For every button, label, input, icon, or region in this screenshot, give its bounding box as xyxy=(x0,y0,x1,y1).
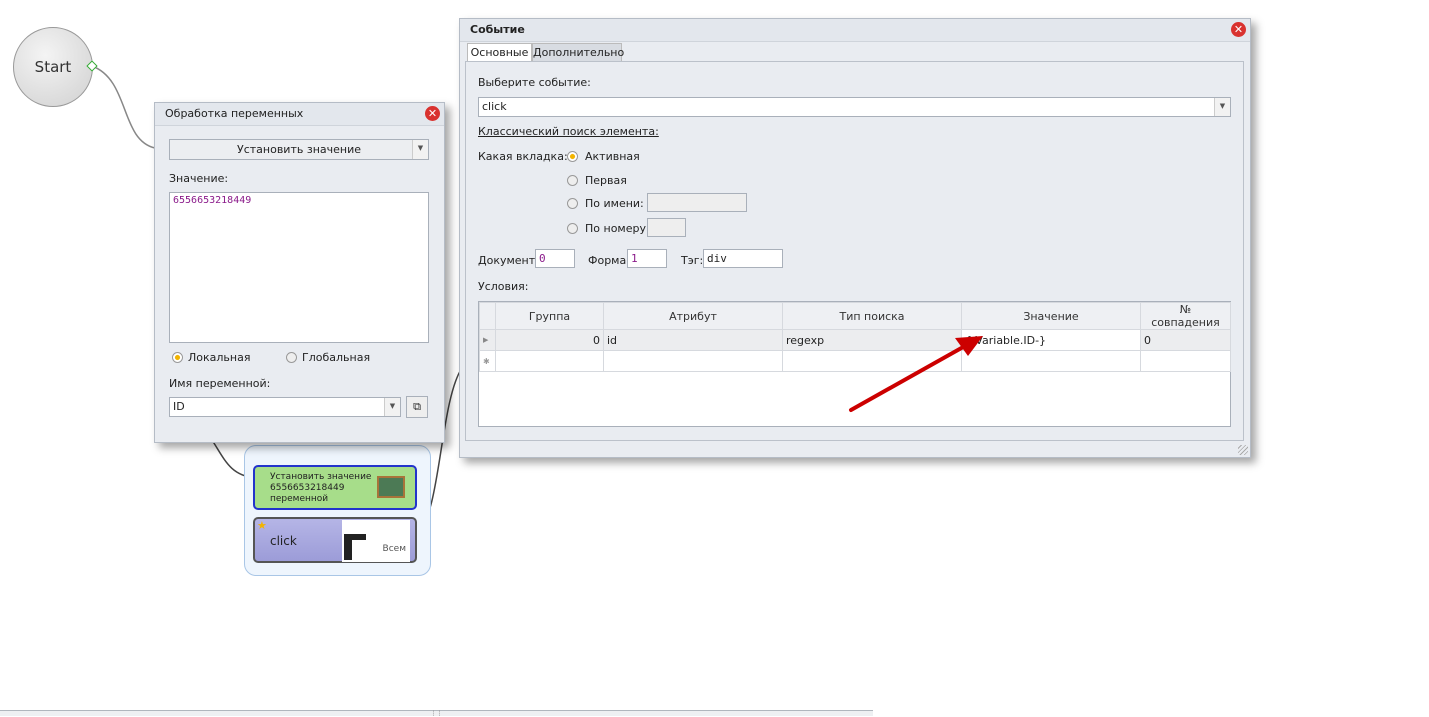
row-indicator-icon: ▶ xyxy=(479,329,496,351)
chalkboard-icon xyxy=(377,476,405,498)
radio-by-number[interactable] xyxy=(567,223,578,234)
radio-first-label: Первая xyxy=(585,174,627,187)
varname-value: ID xyxy=(173,400,185,413)
window-title: Обработка переменных xyxy=(155,103,444,126)
event-select[interactable]: click ▼ xyxy=(478,97,1231,117)
thumb-text: Всем xyxy=(382,544,406,554)
cell[interactable]: regexp xyxy=(782,329,962,351)
radio-active[interactable] xyxy=(567,151,578,162)
new-row-icon: ✱ xyxy=(479,350,496,372)
close-icon[interactable]: ✕ xyxy=(425,106,440,121)
chevron-down-icon: ▼ xyxy=(384,398,400,416)
click-thumbnail: Всем xyxy=(342,520,410,562)
col-attribute[interactable]: Атрибут xyxy=(603,302,783,330)
radio-by-name-label: По имени: xyxy=(585,197,644,210)
action-value: Установить значение xyxy=(237,143,361,156)
set-value-node[interactable]: Установить значение 6556653218449 переме… xyxy=(253,465,417,510)
tab-advanced[interactable]: Дополнительно xyxy=(532,43,624,62)
tab-number-input[interactable] xyxy=(647,218,686,237)
form-label: Форма: xyxy=(588,254,630,267)
tag-label: Тэг: xyxy=(681,254,704,267)
radio-global[interactable] xyxy=(286,352,297,363)
radio-local[interactable] xyxy=(172,352,183,363)
tag-input[interactable]: div xyxy=(703,249,783,268)
col-value[interactable]: Значение xyxy=(961,302,1141,330)
chevron-down-icon: ▼ xyxy=(412,140,428,159)
chevron-down-icon: ▼ xyxy=(1214,98,1230,116)
radio-first[interactable] xyxy=(567,175,578,186)
resize-grip-icon[interactable] xyxy=(1238,445,1248,455)
classic-search-label: Классический поиск элемента: xyxy=(478,125,659,138)
choose-event-label: Выберите событие: xyxy=(478,76,591,89)
value-textarea[interactable]: 6556653218449 xyxy=(169,192,429,343)
conditions-label: Условия: xyxy=(478,280,529,293)
form-input[interactable]: 1 xyxy=(627,249,667,268)
radio-by-number-label: По номеру: xyxy=(585,222,650,235)
close-icon[interactable]: ✕ xyxy=(1231,22,1246,37)
tab-panel: Выберите событие: click ▼ Классический по… xyxy=(465,61,1244,441)
star-icon: ★ xyxy=(257,519,267,532)
value-label: Значение: xyxy=(169,172,229,185)
start-node[interactable]: Start xyxy=(13,27,93,107)
which-tab-label: Какая вкладка: xyxy=(478,150,568,163)
col-search-type[interactable]: Тип поиска xyxy=(782,302,962,330)
horizontal-scrollbar[interactable]: ⋮⋮ xyxy=(0,710,873,717)
click-node-label: click xyxy=(270,534,297,548)
new-row[interactable]: ✱ xyxy=(479,350,1231,372)
radio-active-label: Активная xyxy=(585,150,640,163)
global-label: Глобальная xyxy=(302,351,371,364)
col-match-number[interactable]: № совпадения xyxy=(1140,302,1231,330)
action-select[interactable]: Установить значение ▼ xyxy=(169,139,429,160)
document-label: Документ: xyxy=(478,254,539,267)
grid-header: Группа Атрибут Тип поиска Значение № сов… xyxy=(479,302,1231,330)
click-node[interactable]: ★ click Всем xyxy=(253,517,417,563)
tab-basic[interactable]: Основные xyxy=(467,43,532,62)
cell[interactable]: 0 xyxy=(1140,329,1231,351)
event-window: Событие ✕ Основные Дополнительно Выберит… xyxy=(459,18,1251,458)
cell[interactable]: {-Variable.ID-} xyxy=(961,329,1141,351)
cell[interactable]: id xyxy=(603,329,783,351)
varname-label: Имя переменной: xyxy=(169,377,271,390)
start-label: Start xyxy=(34,58,72,76)
table-row[interactable]: ▶ 0 id regexp {-Variable.ID-} 0 xyxy=(479,329,1231,351)
window-title: Событие xyxy=(460,19,1250,42)
event-value: click xyxy=(482,100,507,113)
varname-combobox[interactable]: ID ▼ xyxy=(169,397,401,417)
copy-button[interactable]: ⧉ xyxy=(406,396,428,418)
local-label: Локальная xyxy=(188,351,251,364)
conditions-grid[interactable]: Группа Атрибут Тип поиска Значение № сов… xyxy=(478,301,1231,427)
variables-window: Обработка переменных ✕ Установить значен… xyxy=(154,102,445,443)
cell[interactable]: 0 xyxy=(495,329,604,351)
col-group[interactable]: Группа xyxy=(495,302,604,330)
document-input[interactable]: 0 xyxy=(535,249,575,268)
radio-by-name[interactable] xyxy=(567,198,578,209)
tab-name-input[interactable] xyxy=(647,193,747,212)
